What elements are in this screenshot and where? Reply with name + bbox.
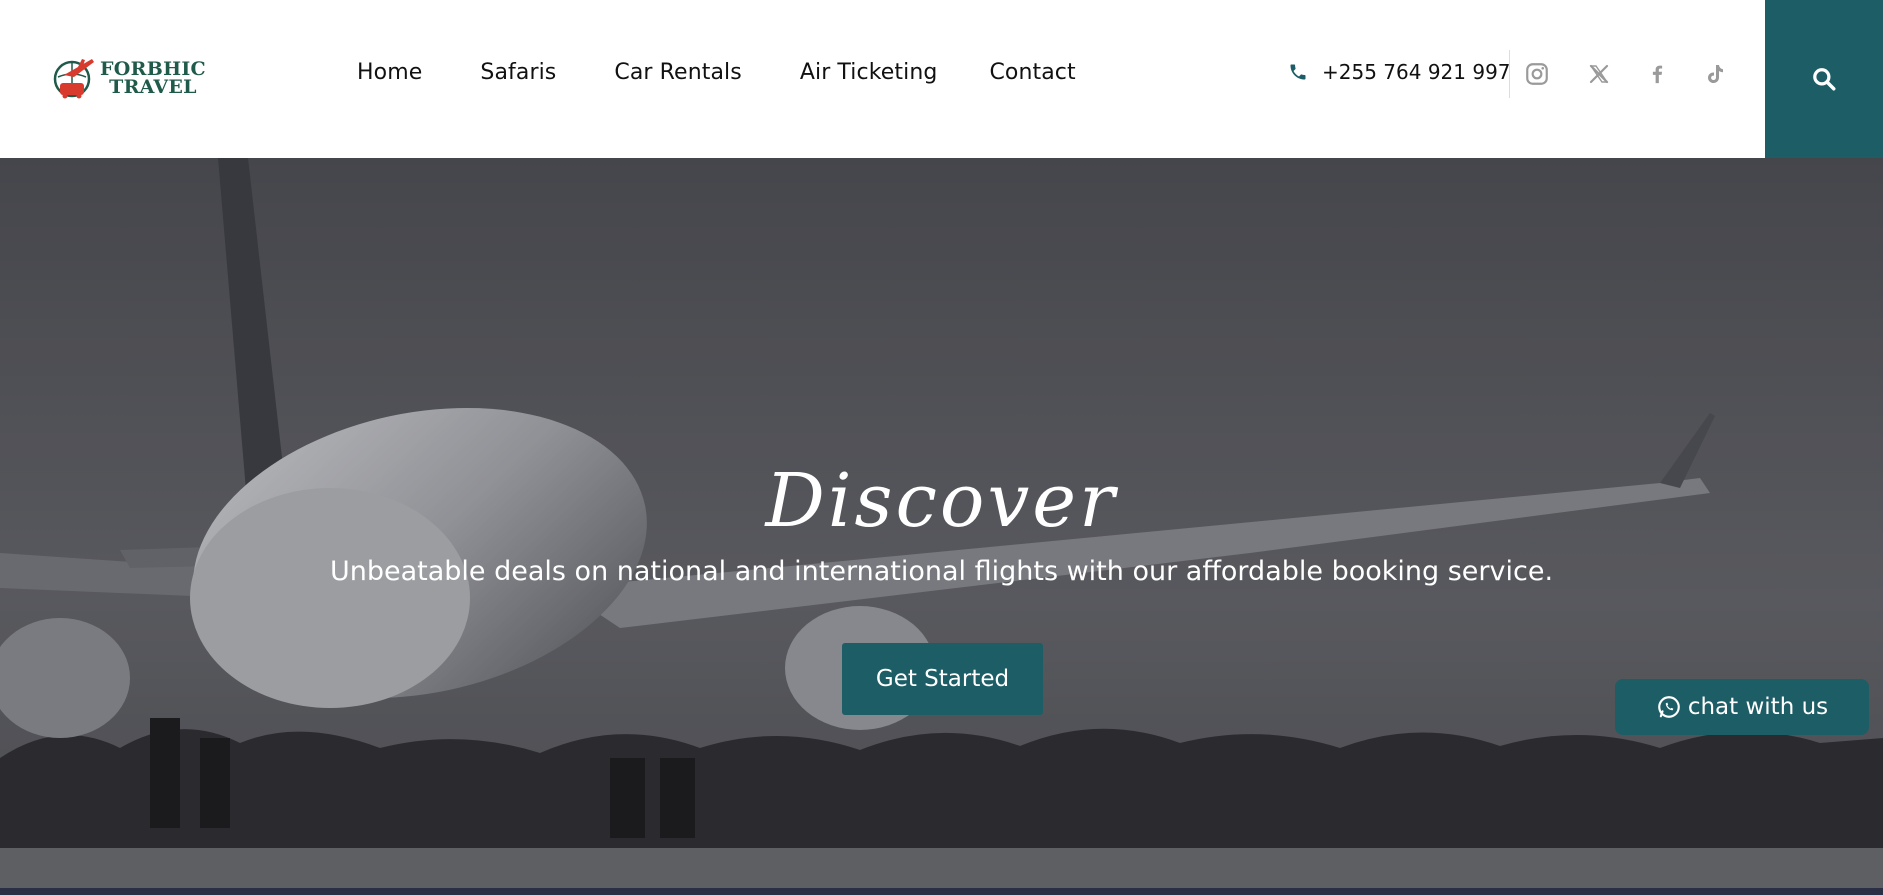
hero-section: Discover Unbeatable deals on national an… bbox=[0, 158, 1883, 895]
logo-plane-icon bbox=[53, 59, 94, 99]
nav-air-ticketing[interactable]: Air Ticketing bbox=[800, 60, 938, 85]
x-icon[interactable] bbox=[1585, 60, 1613, 88]
header-divider bbox=[1509, 50, 1510, 98]
chat-label: chat with us bbox=[1687, 694, 1829, 720]
nav-home[interactable]: Home bbox=[357, 60, 422, 85]
nav-car-rentals[interactable]: Car Rentals bbox=[614, 60, 741, 85]
nav-safaris[interactable]: Safaris bbox=[480, 60, 556, 85]
chat-with-us-button[interactable]: chat with us bbox=[1615, 679, 1869, 735]
search-icon bbox=[1813, 68, 1836, 91]
hero-bottom-bar bbox=[0, 888, 1883, 895]
instagram-icon[interactable] bbox=[1523, 60, 1551, 88]
main-nav: Home Safaris Car Rentals Air Ticketing C… bbox=[357, 60, 1134, 85]
whatsapp-icon bbox=[1657, 696, 1680, 718]
facebook-icon[interactable] bbox=[1643, 60, 1671, 88]
hero-title: Discover bbox=[765, 458, 1118, 544]
phone-number: +255 764 921 997 bbox=[1322, 60, 1511, 84]
phone-contact[interactable]: +255 764 921 997 bbox=[1288, 60, 1511, 84]
hero-subtitle: Unbeatable deals on national and interna… bbox=[329, 556, 1554, 587]
site-header: FORBHIC TRAVEL Home Safaris Car Rentals … bbox=[0, 0, 1883, 158]
brand-line-2: TRAVEL bbox=[109, 76, 197, 98]
phone-icon bbox=[1290, 64, 1306, 80]
brand-logo[interactable]: FORBHIC TRAVEL bbox=[52, 54, 212, 102]
brand-name: FORBHIC TRAVEL bbox=[100, 60, 206, 98]
get-started-button[interactable]: Get Started bbox=[842, 643, 1043, 715]
search-button[interactable] bbox=[1765, 0, 1883, 158]
tiktok-icon[interactable] bbox=[1701, 60, 1729, 88]
nav-contact[interactable]: Contact bbox=[989, 60, 1075, 85]
